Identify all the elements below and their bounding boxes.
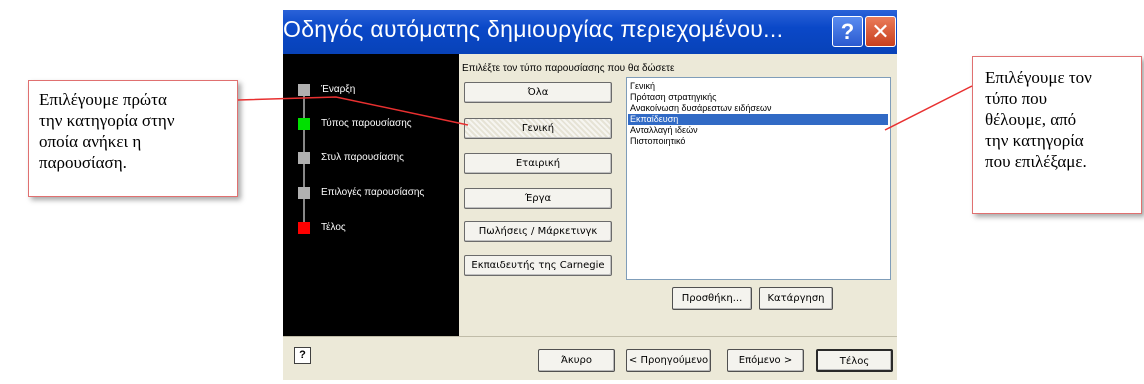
list-item[interactable]: Γενική xyxy=(628,81,888,92)
step-marker-finish xyxy=(298,222,310,234)
list-item[interactable]: Πρόταση στρατηγικής xyxy=(628,92,888,103)
step-marker-presentation-style xyxy=(298,152,310,164)
category-button-all[interactable]: Όλα xyxy=(464,82,612,103)
category-button-carnegie-coach[interactable]: Εκπαιδευτής της Carnegie xyxy=(464,255,612,276)
add-button[interactable]: Προσθήκη... xyxy=(672,287,752,310)
presentation-type-prompt: Επιλέξτε τον τύπο παρουσίασης που θα δώσ… xyxy=(462,63,675,74)
help-icon[interactable]: ? xyxy=(294,347,311,364)
cancel-button[interactable]: Άκυρο xyxy=(538,349,615,372)
step-label-finish[interactable]: Τέλος xyxy=(321,222,346,233)
annotation-left-line: Επιλέγουμε πρώτα xyxy=(39,90,167,109)
step-label-presentation-style[interactable]: Στυλ παρουσίασης xyxy=(321,152,404,163)
annotation-left-line: παρουσίαση. xyxy=(39,153,127,172)
annotation-right-line: τύπο που xyxy=(985,89,1048,108)
wizard-steps-panel: Έναρξη Τύπος παρουσίασης Στυλ παρουσίαση… xyxy=(283,54,459,336)
annotation-left-line: οποία ανήκει η xyxy=(39,132,142,151)
category-button-corporate[interactable]: Εταιρική xyxy=(464,153,612,174)
annotation-right-line: Επιλέγουμε τον xyxy=(985,68,1092,87)
category-button-projects[interactable]: Έργα xyxy=(464,188,612,209)
annotation-left-line: την κατηγορία στην xyxy=(39,111,175,130)
annotation-left: Επιλέγουμε πρώτα την κατηγορία στην οποί… xyxy=(28,80,238,197)
list-item[interactable]: Ανακοίνωση δυσάρεστων ειδήσεων xyxy=(628,103,888,114)
autocontent-wizard-dialog: Οδηγός αυτόματης δημιουργίας περιεχομένο… xyxy=(283,10,897,380)
help-button[interactable]: ? xyxy=(832,16,863,47)
finish-button[interactable]: Τέλος xyxy=(816,349,893,372)
wizard-content: Επιλέξτε τον τύπο παρουσίασης που θα δώσ… xyxy=(459,54,897,336)
annotation-right-line: την κατηγορία xyxy=(985,131,1084,150)
dialog-title: Οδηγός αυτόματης δημιουργίας περιεχομένο… xyxy=(283,16,784,42)
annotation-right: Επιλέγουμε τον τύπο που θέλουμε, από την… xyxy=(972,56,1142,214)
category-button-sales-marketing[interactable]: Πωλήσεις / Μάρκετινγκ xyxy=(464,221,612,242)
list-item[interactable]: Πιστοποιητικό xyxy=(628,136,888,147)
annotation-right-pointer xyxy=(884,85,973,131)
presentation-list[interactable]: Γενική Πρόταση στρατηγικής Ανακοίνωση δυ… xyxy=(626,77,891,280)
list-item[interactable]: Ανταλλαγή ιδεών xyxy=(628,125,888,136)
dialog-footer: ? Άκυρο < Προηγούμενο Επόμενο > Τέλος xyxy=(283,336,897,380)
annotation-right-line: που επιλέξαμε. xyxy=(985,152,1087,171)
remove-button[interactable]: Κατάργηση xyxy=(759,287,833,310)
annotation-right-line: θέλουμε, από xyxy=(985,110,1077,129)
step-label-presentation-type[interactable]: Τύπος παρουσίασης xyxy=(321,118,412,129)
close-button[interactable]: ✕ xyxy=(865,16,896,47)
title-bar[interactable]: Οδηγός αυτόματης δημιουργίας περιεχομένο… xyxy=(283,10,897,54)
step-marker-presentation-type xyxy=(298,118,310,130)
list-item-selected[interactable]: Εκπαίδευση xyxy=(628,114,888,125)
step-marker-start xyxy=(298,84,310,96)
category-button-general[interactable]: Γενική xyxy=(464,118,612,139)
back-button[interactable]: < Προηγούμενο xyxy=(626,349,711,372)
step-label-presentation-options[interactable]: Επιλογές παρουσίασης xyxy=(321,187,424,198)
step-label-start[interactable]: Έναρξη xyxy=(321,84,355,95)
next-button[interactable]: Επόμενο > xyxy=(727,349,804,372)
step-marker-presentation-options xyxy=(298,187,310,199)
